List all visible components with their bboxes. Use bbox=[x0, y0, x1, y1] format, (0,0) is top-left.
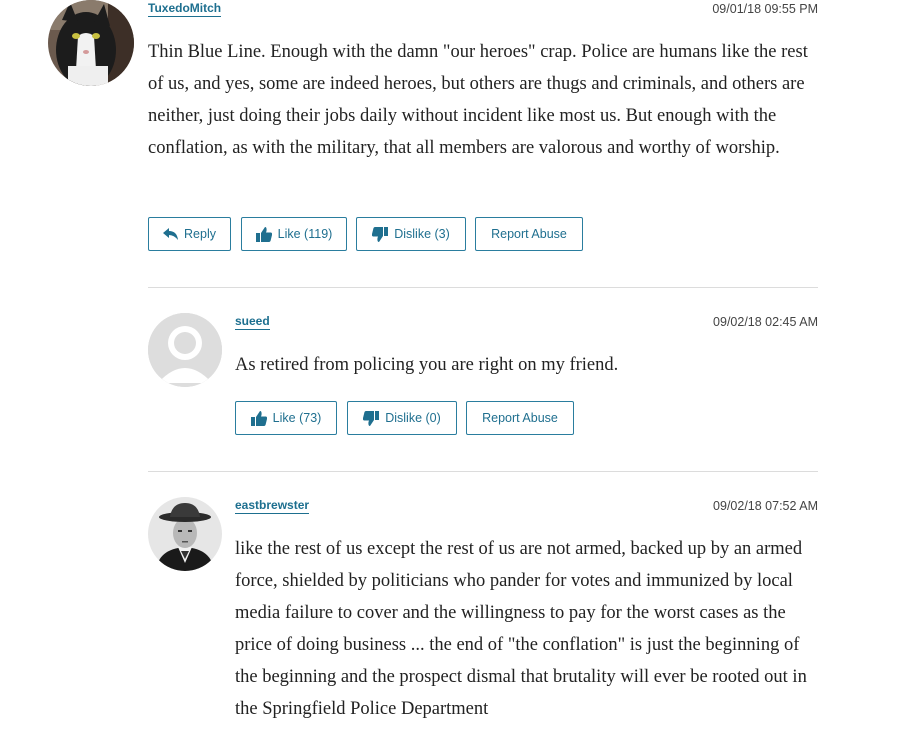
report-abuse-button[interactable]: Report Abuse bbox=[475, 217, 583, 251]
username-link[interactable]: TuxedoMitch bbox=[148, 2, 222, 17]
dislike-label: Dislike (3) bbox=[394, 227, 450, 241]
dislike-button[interactable]: Dislike (0) bbox=[347, 401, 457, 435]
like-button[interactable]: Like (119) bbox=[241, 217, 347, 251]
username-link[interactable]: sueed bbox=[235, 315, 270, 330]
avatar[interactable] bbox=[148, 313, 222, 387]
comment-body: like the rest of us except the rest of u… bbox=[235, 539, 807, 719]
cat-avatar-image bbox=[48, 0, 134, 86]
report-abuse-button[interactable]: Report Abuse bbox=[466, 401, 574, 435]
report-label: Report Abuse bbox=[482, 411, 558, 425]
dislike-button[interactable]: Dislike (3) bbox=[356, 217, 466, 251]
thumbs-down-icon bbox=[372, 226, 389, 242]
default-user-icon bbox=[148, 313, 222, 387]
comment-timestamp: 09/02/18 02:45 AM bbox=[713, 315, 818, 329]
reply-label: Reply bbox=[184, 227, 216, 241]
thumbs-up-icon bbox=[250, 410, 267, 426]
like-label: Like (119) bbox=[277, 227, 333, 241]
man-in-hat-avatar-image bbox=[148, 497, 222, 571]
comment-divider bbox=[148, 287, 818, 288]
comment-body: Thin Blue Line. Enough with the damn "ou… bbox=[148, 42, 808, 158]
username-link[interactable]: eastbrewster bbox=[235, 499, 310, 514]
like-button[interactable]: Like (73) bbox=[235, 401, 337, 435]
reply-arrow-icon bbox=[163, 228, 179, 240]
thumbs-up-icon bbox=[255, 226, 272, 242]
thumbs-down-icon bbox=[363, 410, 380, 426]
like-label: Like (73) bbox=[272, 411, 322, 425]
comment-timestamp: 09/02/18 07:52 AM bbox=[713, 499, 818, 513]
report-label: Report Abuse bbox=[491, 227, 567, 241]
comment-divider bbox=[148, 471, 818, 472]
dislike-label: Dislike (0) bbox=[385, 411, 441, 425]
comment-body: As retired from policing you are right o… bbox=[235, 355, 619, 375]
comment-timestamp: 09/01/18 09:55 PM bbox=[712, 2, 818, 16]
avatar[interactable] bbox=[148, 497, 222, 571]
avatar[interactable] bbox=[48, 0, 134, 86]
reply-button[interactable]: Reply bbox=[148, 217, 231, 251]
